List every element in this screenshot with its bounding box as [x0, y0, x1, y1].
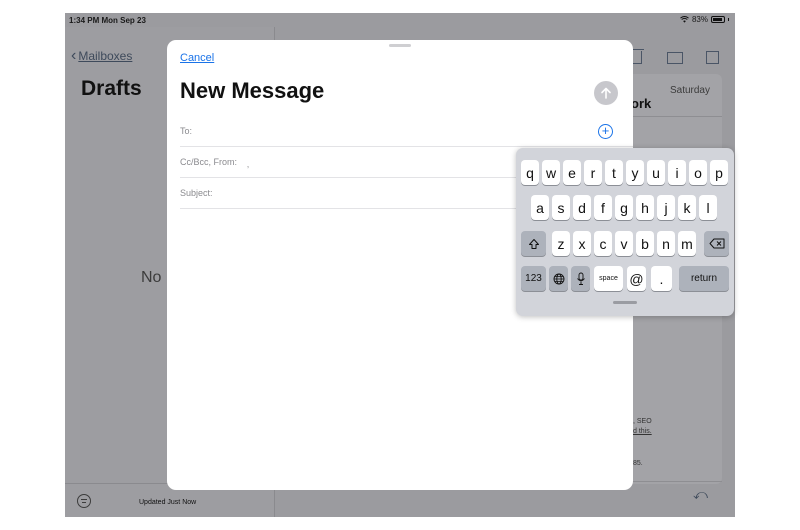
key-u[interactable]: u	[647, 160, 665, 185]
key-s[interactable]: s	[552, 195, 570, 220]
shift-key[interactable]	[521, 231, 546, 256]
key-w[interactable]: w	[542, 160, 560, 185]
key-p[interactable]: p	[710, 160, 728, 185]
key-k[interactable]: k	[678, 195, 696, 220]
compose-icon[interactable]	[706, 51, 719, 64]
key-n[interactable]: n	[657, 231, 675, 256]
message-body-link[interactable]: d this.	[633, 428, 652, 435]
reply-icon[interactable]: ⤺	[693, 486, 708, 503]
period-key[interactable]: .	[651, 266, 672, 291]
keyboard-handle[interactable]	[613, 301, 637, 304]
key-t[interactable]: t	[605, 160, 623, 185]
cc-bcc-from-value: ‚	[247, 159, 249, 169]
delete-icon	[709, 238, 724, 249]
sheet-grabber[interactable]	[389, 44, 411, 47]
key-e[interactable]: e	[563, 160, 581, 185]
key-g[interactable]: g	[615, 195, 633, 220]
at-key[interactable]: @	[627, 266, 646, 291]
key-l[interactable]: l	[699, 195, 717, 220]
empty-mailbox-text: No	[141, 269, 162, 286]
message-body-line: , SEO	[633, 418, 652, 425]
microphone-icon	[576, 272, 585, 285]
wifi-icon	[680, 16, 689, 23]
mailboxes-back-button[interactable]: ‹ Mailboxes	[71, 47, 133, 64]
key-y[interactable]: y	[626, 160, 644, 185]
mailboxes-back-label: Mailboxes	[78, 49, 133, 63]
battery-icon	[711, 16, 725, 23]
key-c[interactable]: c	[594, 231, 612, 256]
subject-label: Subject:	[180, 188, 213, 198]
floating-keyboard: qwertyuiop asdfghjkl zxcvbnm 123 space @…	[516, 148, 734, 316]
to-field[interactable]: To:	[180, 116, 633, 147]
mailbox-title: Drafts	[81, 77, 142, 100]
numbers-key[interactable]: 123	[521, 266, 546, 291]
to-label: To:	[180, 126, 193, 136]
key-x[interactable]: x	[573, 231, 591, 256]
delete-key[interactable]	[704, 231, 729, 256]
key-q[interactable]: q	[521, 160, 539, 185]
status-right: 83%	[680, 15, 729, 24]
shift-icon	[528, 238, 539, 249]
message-subject: ork	[631, 96, 652, 111]
key-z[interactable]: z	[552, 231, 570, 256]
key-b[interactable]: b	[636, 231, 654, 256]
key-d[interactable]: d	[573, 195, 591, 220]
cancel-button[interactable]: Cancel	[180, 52, 214, 64]
key-o[interactable]: o	[689, 160, 707, 185]
add-contact-icon[interactable]: +	[598, 124, 613, 139]
arrow-up-icon	[601, 87, 611, 99]
update-status: Updated Just Now	[139, 499, 197, 506]
compose-title: New Message	[180, 78, 325, 103]
send-button[interactable]	[594, 81, 618, 105]
key-i[interactable]: i	[668, 160, 686, 185]
cc-bcc-from-label: Cc/Bcc, From:	[180, 157, 238, 167]
status-bar: 1:34 PM Mon Sep 23 83%	[65, 13, 735, 27]
key-f[interactable]: f	[594, 195, 612, 220]
space-key[interactable]: space	[594, 266, 623, 291]
key-a[interactable]: a	[531, 195, 549, 220]
status-time: 1:34 PM Mon Sep 23	[69, 16, 146, 25]
filter-icon[interactable]	[77, 494, 91, 508]
folder-icon[interactable]	[667, 52, 683, 64]
return-key[interactable]: return	[679, 266, 729, 291]
globe-key[interactable]	[549, 266, 568, 291]
key-m[interactable]: m	[678, 231, 696, 256]
globe-icon	[553, 273, 564, 284]
message-date: Saturday	[669, 85, 710, 96]
dictation-key[interactable]	[571, 266, 590, 291]
message-body-line: 85.	[633, 460, 643, 467]
chevron-left-icon: ‹	[71, 47, 77, 64]
key-v[interactable]: v	[615, 231, 633, 256]
key-h[interactable]: h	[636, 195, 654, 220]
key-j[interactable]: j	[657, 195, 675, 220]
battery-tip	[728, 18, 729, 21]
key-r[interactable]: r	[584, 160, 602, 185]
battery-percent: 83%	[691, 15, 708, 24]
